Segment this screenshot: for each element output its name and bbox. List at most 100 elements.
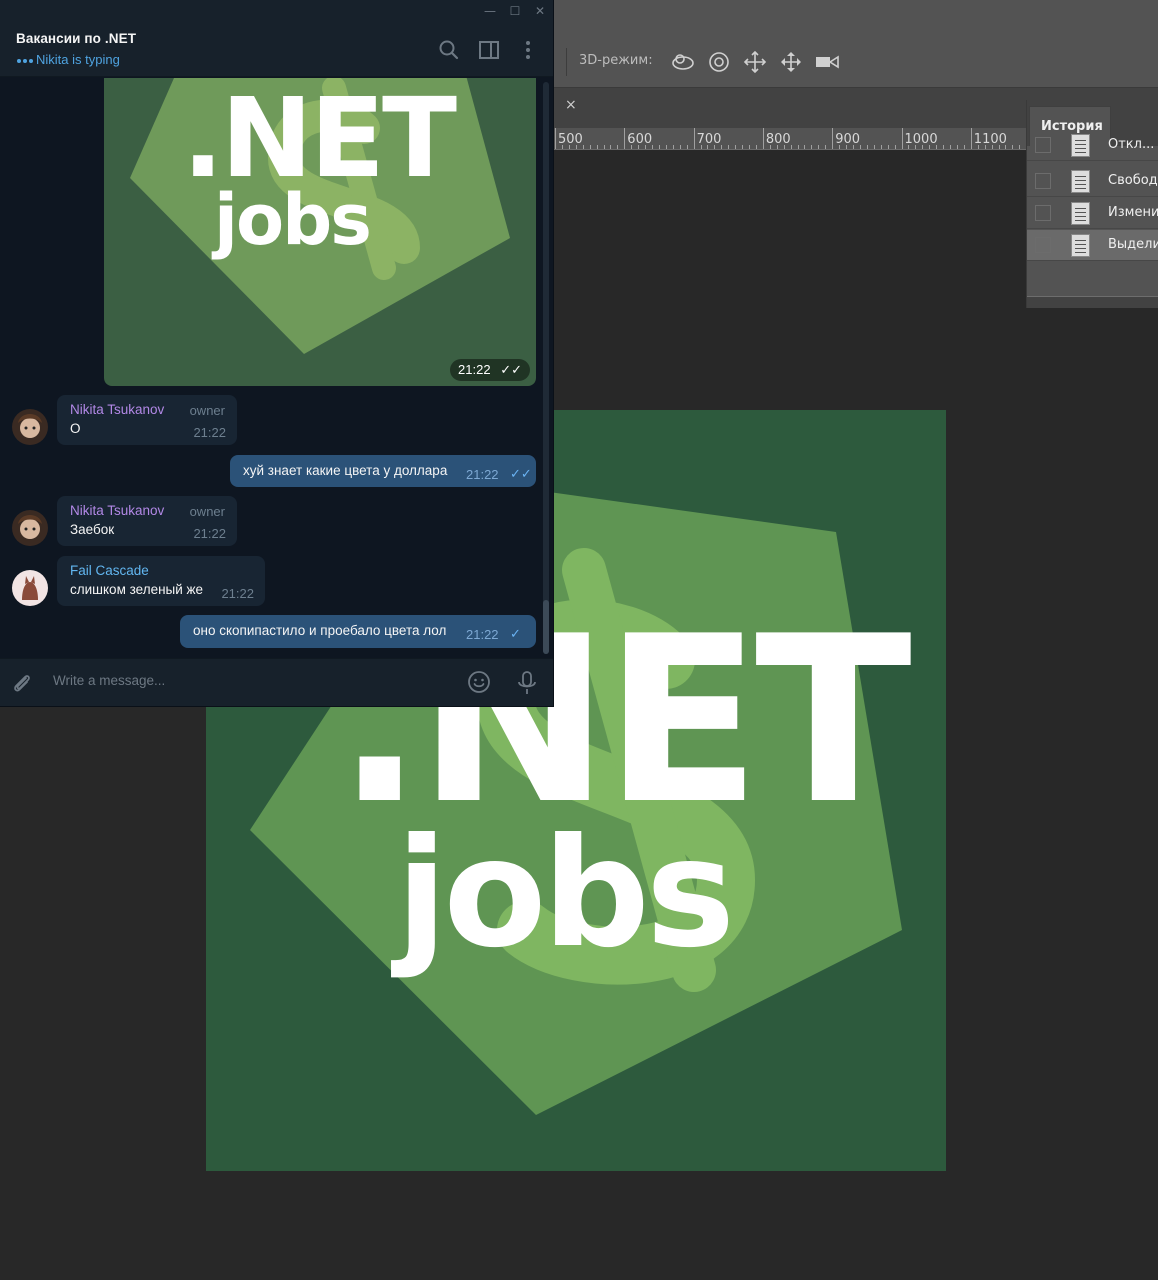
emoji-icon[interactable] — [467, 670, 491, 694]
sender-name[interactable]: Fail Cascade — [70, 563, 149, 578]
message-text: Заебок — [70, 522, 115, 537]
outgoing-message[interactable]: хуй знает какие цвета у доллара 21:22 ✓✓ — [230, 455, 536, 487]
chat-title: Вакансии по .NET — [16, 31, 137, 46]
ruler-minor-tick — [825, 145, 827, 149]
message-composer: Write a message... — [0, 658, 553, 706]
history-item-label: Свобод — [1108, 173, 1158, 188]
sidebar-toggle-icon[interactable] — [477, 38, 501, 62]
sender-name[interactable]: Nikita Tsukanov — [70, 402, 164, 417]
message-text: слишком зеленый же — [70, 582, 204, 597]
ruler-minor-tick — [700, 145, 702, 149]
history-panel-footer — [1027, 296, 1158, 308]
3d-roll-icon[interactable] — [706, 50, 732, 74]
ruler-minor-tick — [1005, 145, 1007, 149]
sender-name[interactable]: Nikita Tsukanov — [70, 503, 164, 518]
ruler-major-tick — [693, 128, 695, 149]
ruler-minor-tick — [721, 145, 723, 149]
window-titlebar: — ☐ ✕ — [0, 0, 553, 22]
3d-orbit-icon[interactable] — [670, 50, 696, 74]
ruler-minor-tick — [596, 145, 598, 149]
history-list: Откл... Свобод Изменит Выделит — [1027, 134, 1158, 296]
ruler-minor-tick — [936, 145, 938, 149]
ruler-major-tick — [832, 128, 834, 149]
history-item[interactable]: Свобод — [1027, 166, 1158, 197]
search-icon[interactable] — [437, 38, 461, 62]
ruler-minor-tick — [790, 145, 792, 149]
ruler-minor-tick — [742, 145, 744, 149]
ruler-minor-tick — [991, 145, 993, 149]
message-text: О — [70, 421, 81, 436]
ruler-minor-tick — [977, 145, 979, 149]
ruler-major-tick — [901, 128, 903, 149]
maximize-button[interactable]: ☐ — [505, 2, 525, 20]
ruler-minor-tick — [915, 145, 917, 149]
ruler-minor-tick — [603, 145, 605, 149]
typing-dots-icon — [17, 58, 33, 63]
3d-camera-icon[interactable] — [814, 50, 840, 74]
ruler-minor-tick — [638, 145, 640, 149]
history-document-icon — [1071, 134, 1090, 157]
ruler-minor-tick — [811, 145, 813, 149]
incoming-message[interactable]: Nikita Tsukanov owner Заебок 21:22 — [57, 496, 237, 546]
ruler-minor-tick — [665, 145, 667, 149]
3d-slide-icon[interactable] — [778, 50, 804, 74]
history-item[interactable]: Изменит — [1027, 198, 1158, 229]
ruler-minor-tick — [922, 145, 924, 149]
ruler-minor-tick — [652, 145, 654, 149]
history-item[interactable]: Откл... — [1027, 130, 1158, 161]
history-document-icon — [1071, 234, 1090, 257]
more-menu-icon[interactable] — [516, 38, 540, 62]
message-time: 21:22 — [193, 526, 226, 541]
message-scrollbar-thumb[interactable] — [543, 600, 549, 654]
ruler-minor-tick — [686, 145, 688, 149]
ruler-minor-tick — [561, 145, 563, 149]
ruler-minor-tick — [894, 145, 896, 149]
ruler-minor-tick — [804, 145, 806, 149]
ruler-minor-tick — [617, 145, 619, 149]
history-checkbox[interactable] — [1035, 237, 1051, 253]
ruler-major-tick — [555, 128, 556, 149]
close-window-button[interactable]: ✕ — [530, 2, 550, 20]
minimize-button[interactable]: — — [480, 2, 500, 20]
ruler-minor-tick — [818, 145, 820, 149]
ruler-minor-tick — [866, 145, 868, 149]
ruler-minor-tick — [749, 145, 751, 149]
message-time: 21:22 — [466, 627, 499, 642]
image-message[interactable]: .NET jobs 21:22 ✓✓ — [104, 78, 536, 386]
avatar-fail-cascade[interactable] — [12, 570, 48, 606]
ruler-minor-tick — [950, 145, 951, 149]
ruler-minor-tick — [631, 145, 633, 149]
history-checkbox[interactable] — [1035, 173, 1051, 189]
3d-pan-icon[interactable] — [742, 50, 768, 74]
avatar-nikita[interactable] — [12, 510, 48, 546]
logo-subtitle-text: jobs — [391, 807, 731, 981]
ruler-minor-tick — [658, 145, 660, 149]
message-time: 21:22 — [221, 586, 254, 601]
history-item-selected[interactable]: Выделит — [1027, 230, 1158, 261]
outgoing-message[interactable]: оно скопипастило и проебало цвета лол 21… — [180, 615, 536, 648]
microphone-icon[interactable] — [516, 670, 538, 696]
ruler-minor-tick — [852, 145, 854, 149]
history-checkbox[interactable] — [1035, 205, 1051, 221]
chat-header[interactable]: Вакансии по .NET Nikita is typing — [0, 22, 553, 77]
incoming-message[interactable]: Fail Cascade слишком зеленый же 21:22 — [57, 556, 265, 606]
ruler-major-tick — [970, 128, 972, 149]
incoming-message[interactable]: Nikita Tsukanov owner О 21:22 — [57, 395, 237, 445]
history-checkbox[interactable] — [1035, 137, 1051, 153]
ruler-minor-tick — [963, 145, 965, 149]
avatar-nikita[interactable] — [12, 409, 48, 445]
ruler-minor-tick — [735, 145, 737, 149]
attach-paperclip-icon[interactable] — [10, 671, 34, 695]
message-scrollbar-track[interactable] — [543, 82, 549, 654]
history-document-icon — [1071, 202, 1090, 225]
3d-mode-label: 3D-режим: — [579, 53, 653, 68]
close-tab-icon[interactable]: × — [565, 97, 577, 113]
message-time: 21:22 — [458, 362, 491, 377]
message-list[interactable]: .NET jobs 21:22 ✓✓ Nikita Tsukanov owner… — [0, 78, 553, 658]
ruler-minor-tick — [728, 145, 730, 149]
ruler-minor-tick — [998, 145, 1000, 149]
message-time: 21:22 — [193, 425, 226, 440]
ruler-minor-tick — [610, 145, 612, 149]
message-input[interactable]: Write a message... — [53, 673, 165, 688]
ruler-minor-tick — [679, 145, 681, 149]
